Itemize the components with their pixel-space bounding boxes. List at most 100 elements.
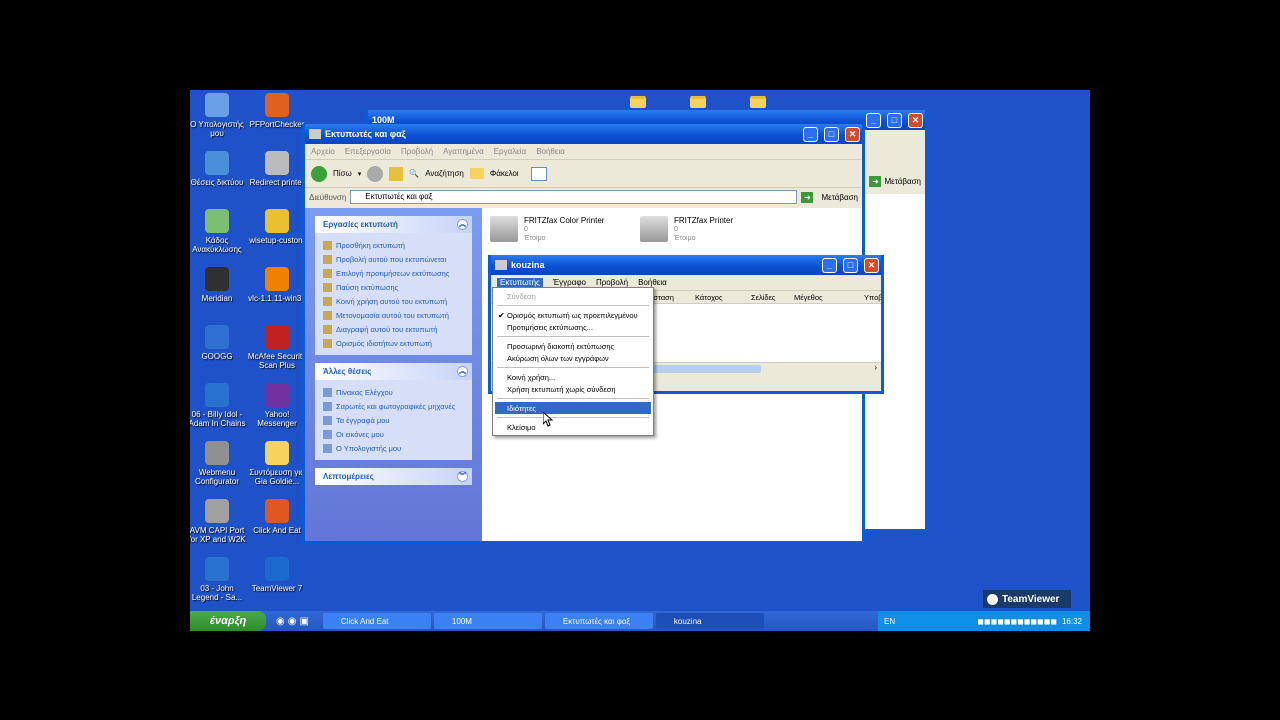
- desktop-icon[interactable]: AVM CAPI Port for XP and W2K: [190, 499, 247, 544]
- desktop-icon[interactable]: Webmenu Configurator: [190, 441, 247, 486]
- menu-item-label: Προτιμήσεις εκτύπωσης...: [507, 322, 593, 332]
- place-link[interactable]: Σαρωτές και φωτογραφικές μηχανές: [323, 399, 464, 413]
- task-link[interactable]: Προβολή αυτού που εκτυπώνεται: [323, 252, 464, 266]
- clock[interactable]: 16:32: [1062, 617, 1082, 626]
- folders-button[interactable]: Φάκελοι: [490, 169, 519, 178]
- up-folder-icon[interactable]: [389, 166, 404, 181]
- folder-icon[interactable]: [750, 96, 766, 108]
- menu-item[interactable]: ✔ Ορισμός εκτυπωτή ως προεπιλεγμένου: [495, 309, 651, 321]
- menu-item[interactable]: Εκτυπωτής: [497, 278, 543, 287]
- close-button[interactable]: ✕: [908, 112, 923, 128]
- collapse-icon[interactable]: ︽: [457, 366, 468, 377]
- close-button[interactable]: ✕: [845, 126, 860, 142]
- task-link[interactable]: Επιλογή προτιμήσεων εκτύπωσης: [323, 266, 464, 280]
- desktop-icon[interactable]: Redirect printer: [247, 151, 307, 187]
- menu-item[interactable]: Σύνδεση: [495, 290, 651, 302]
- desktop-icon[interactable]: vlc-1.1.11-win32: [247, 267, 307, 303]
- teamviewer-badge[interactable]: TeamViewer: [983, 590, 1071, 608]
- desktop-icon[interactable]: wisetup-custom: [247, 209, 307, 245]
- menu-item[interactable]: Βοήθεια: [638, 278, 667, 287]
- taskbar-button[interactable]: 100M: [433, 613, 542, 629]
- menu-item[interactable]: Αγαπημένα: [443, 147, 484, 156]
- task-link[interactable]: Διαγραφή αυτού του εκτυπωτή: [323, 322, 464, 336]
- desktop-icon[interactable]: Συντόμευση για Gia Goldie...: [247, 441, 307, 486]
- collapse-icon[interactable]: ︽: [457, 219, 468, 230]
- quick-launch-icons[interactable]: ◉◉▣: [276, 616, 312, 627]
- task-link[interactable]: Μετονομασία αυτού του εκτυπωτή: [323, 308, 464, 322]
- task-link[interactable]: Παύση εκτύπωσης: [323, 280, 464, 294]
- desktop-icon[interactable]: PFPortChecker: [247, 93, 307, 129]
- taskbar-button[interactable]: kouzina: [655, 613, 764, 629]
- desktop-icon[interactable]: Κάδος Ανακύκλωσης: [190, 209, 247, 254]
- minimize-button[interactable]: _: [866, 112, 881, 128]
- desktop-icon[interactable]: Click And Eat: [247, 499, 307, 535]
- desktop-icon[interactable]: Ο Υπολογιστής μου: [190, 93, 247, 138]
- desktop-icon[interactable]: GOOGG: [190, 325, 247, 361]
- minimize-button[interactable]: _: [822, 257, 837, 273]
- maximize-button[interactable]: □: [887, 112, 902, 128]
- desktop-icon[interactable]: 03 - John Legend - Sa...: [190, 557, 247, 602]
- folder-icon[interactable]: [690, 96, 706, 108]
- menu-item[interactable]: Βοήθεια: [536, 147, 565, 156]
- task-link[interactable]: Κοινή χρήση αυτού του εκτυπωτή: [323, 294, 464, 308]
- dropdown-arrow-icon[interactable]: ▾: [358, 170, 362, 178]
- maximize-button[interactable]: □: [843, 257, 858, 273]
- search-button[interactable]: Αναζήτηση: [425, 169, 464, 178]
- expand-icon[interactable]: ︾: [457, 471, 468, 482]
- views-icon[interactable]: [530, 166, 547, 181]
- task-label: Παύση εκτύπωσης: [336, 282, 399, 292]
- minimize-button[interactable]: _: [803, 126, 818, 142]
- task-label: Ορισμός ιδιοτήτων εκτυπωτή: [336, 338, 432, 348]
- menu-item[interactable]: Κοινή χρήση...: [495, 371, 651, 383]
- menu-item[interactable]: Προβολή: [596, 278, 628, 287]
- desktop-icon[interactable]: Meridian: [190, 267, 247, 303]
- scroll-right-icon[interactable]: ›: [874, 363, 877, 372]
- column-header[interactable]: Σελίδες: [751, 293, 776, 302]
- forward-icon[interactable]: [367, 165, 384, 182]
- column-header[interactable]: Κάτοχος: [695, 293, 723, 302]
- desktop-icon[interactable]: McAfee Security Scan Plus: [247, 325, 307, 370]
- menu-item[interactable]: Έγγραφο: [553, 278, 586, 287]
- back-icon[interactable]: [311, 165, 327, 182]
- go-button[interactable]: Μετάβαση: [817, 193, 862, 202]
- menu-item[interactable]: Προτιμήσεις εκτύπωσης...: [495, 321, 651, 333]
- menu-item[interactable]: Εργαλεία: [494, 147, 526, 156]
- desktop-icon[interactable]: Θέσεις δικτύου: [190, 151, 247, 187]
- language-indicator[interactable]: EN: [878, 617, 895, 626]
- taskbar-button[interactable]: Εκτυπωτές και φαξ: [544, 613, 653, 629]
- start-button[interactable]: έναρξη: [190, 611, 266, 631]
- menu-item[interactable]: Προσωρινή διακοπή εκτύπωσης: [495, 340, 651, 352]
- go-button[interactable]: Μετάβαση: [884, 177, 921, 186]
- address-input[interactable]: Εκτυπωτές και φαξ: [350, 190, 798, 204]
- desktop-icon-image: [265, 93, 289, 117]
- desktop-icon[interactable]: Yahoo! Messenger: [247, 383, 307, 428]
- task-link[interactable]: Ορισμός ιδιοτήτων εκτυπωτή: [323, 336, 464, 350]
- scrollbar-thumb[interactable]: [651, 365, 761, 373]
- menu-item[interactable]: Κλείσιμο: [495, 421, 651, 433]
- close-button[interactable]: ✕: [864, 257, 879, 273]
- desktop-icon[interactable]: 06 - Billy Idol - Adam In Chains: [190, 383, 247, 428]
- column-header[interactable]: Υποβ: [864, 293, 881, 302]
- column-header[interactable]: Μέγεθος: [794, 293, 823, 302]
- task-link[interactable]: Προσθήκη εκτυπωτή: [323, 238, 464, 252]
- menu-item[interactable]: Προβολή: [401, 147, 433, 156]
- maximize-button[interactable]: □: [824, 126, 839, 142]
- place-link[interactable]: Τα έγγραφά μου: [323, 413, 464, 427]
- menu-item[interactable]: Επεξεργασία: [345, 147, 391, 156]
- place-link[interactable]: Πίνακας Ελέγχου: [323, 385, 464, 399]
- desktop-icon[interactable]: TeamViewer 7: [247, 557, 307, 593]
- mouse-cursor-icon: [543, 412, 553, 427]
- menu-item[interactable]: Χρήση εκτυπωτή χωρίς σύνδεση: [495, 383, 651, 395]
- place-link[interactable]: Ο Υπολογιστής μου: [323, 441, 464, 455]
- back-button[interactable]: Πίσω: [333, 169, 352, 178]
- desktop-icon-label: PFPortChecker: [249, 120, 305, 129]
- menu-item[interactable]: Ακύρωση όλων των εγγράφων: [495, 352, 651, 364]
- printer-item[interactable]: FRITZfax Color Printer 0 Έτοιμο: [490, 216, 604, 243]
- tray-icons[interactable]: ◼◼◼◼◼◼◼◼◼◼◼◼: [977, 617, 1057, 626]
- menu-item[interactable]: Ιδιότητες: [495, 402, 651, 414]
- menu-item[interactable]: Αρχείο: [311, 147, 335, 156]
- place-link[interactable]: Οι εικόνες μου: [323, 427, 464, 441]
- printer-item[interactable]: FRITZfax Printer 0 Έτοιμο: [640, 216, 733, 243]
- taskbar-button[interactable]: Click And Eat: [322, 613, 431, 629]
- folder-icon[interactable]: [630, 96, 646, 108]
